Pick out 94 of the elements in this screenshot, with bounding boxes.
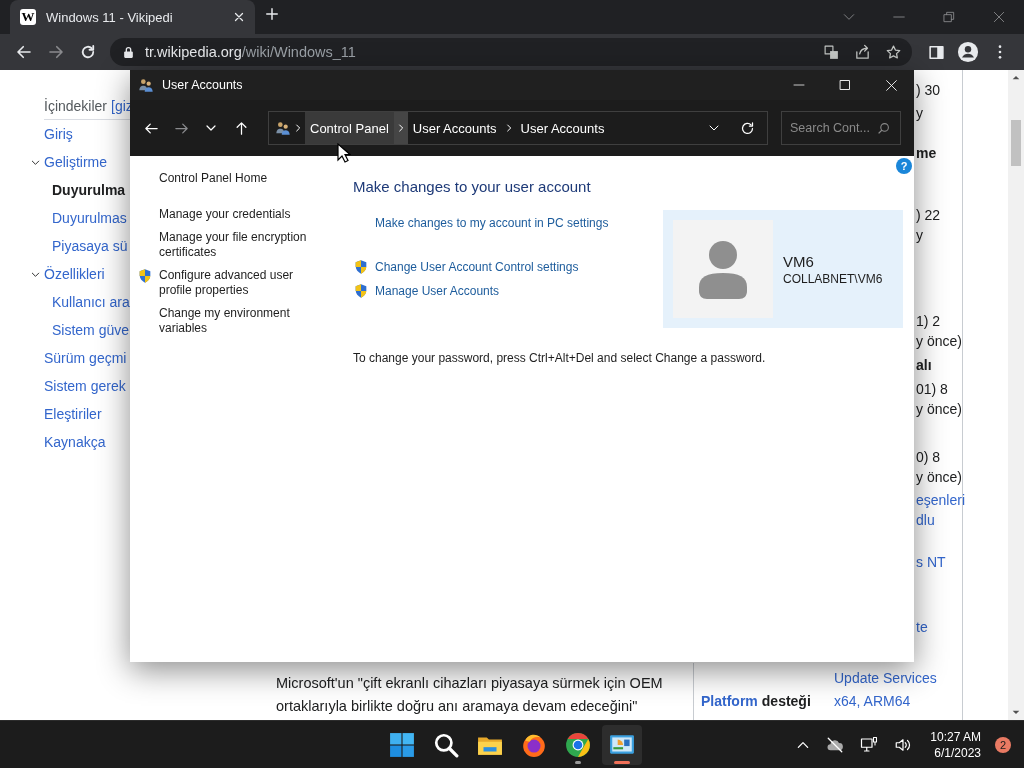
infobox-value: y önce): [916, 468, 962, 487]
new-tab-icon[interactable]: [265, 7, 279, 21]
shield-icon: [353, 283, 369, 299]
infobox-link[interactable]: Update Services: [834, 667, 962, 690]
infobox-value: 1) 2: [916, 312, 942, 331]
breadcrumb-item[interactable]: User Accounts: [407, 112, 502, 144]
network-icon[interactable]: [860, 735, 879, 754]
infobox-label: alı: [916, 356, 933, 375]
infobox-label: desteği: [761, 692, 811, 711]
forward-icon[interactable]: [47, 43, 65, 61]
browser-tab[interactable]: W Windows 11 - Vikipedi: [10, 0, 255, 34]
breadcrumb-item[interactable]: User Accounts: [515, 112, 610, 144]
settings-link[interactable]: Manage User Accounts: [375, 283, 500, 299]
toc-item[interactable]: Giriş: [44, 126, 73, 142]
toc-item[interactable]: Duyurulma: [52, 182, 126, 198]
back-icon[interactable]: [15, 43, 33, 61]
toc-item[interactable]: Sistem güve: [52, 322, 130, 338]
toc-item[interactable]: Kullanıcı ara: [52, 294, 130, 310]
infobox-value: ) 22: [916, 206, 942, 225]
infobox-link[interactable]: s NT: [916, 552, 962, 572]
refresh-icon[interactable]: [740, 120, 755, 136]
toc-item[interactable]: Sürüm geçmi: [44, 350, 127, 366]
infobox-value: y: [916, 226, 924, 245]
page-heading: Make changes to your user account: [353, 177, 592, 196]
infobox-value: y önce): [916, 400, 962, 419]
chevron-right-icon[interactable]: [294, 124, 302, 132]
reload-icon[interactable]: [79, 43, 97, 61]
password-note: To change your password, press Ctrl+Alt+Del and select Change a password.: [353, 351, 767, 366]
window-title: User Accounts: [162, 78, 244, 92]
infobox-value: ) 30: [916, 81, 942, 100]
task-link[interactable]: Change my environment variables: [159, 306, 319, 336]
task-link[interactable]: Configure advanced user profile properties: [159, 268, 319, 298]
toc-title: İçindekiler: [44, 97, 108, 114]
scroll-up-icon[interactable]: [1012, 74, 1020, 82]
search-icon: [877, 121, 890, 135]
restore-icon[interactable]: [942, 10, 956, 24]
shield-icon: [137, 268, 153, 284]
address-bar[interactable]: Control Panel User Accounts User Accounts: [268, 111, 768, 145]
chrome-icon[interactable]: [565, 731, 591, 758]
toc-item[interactable]: Duyurulmas: [52, 210, 127, 226]
toc-item[interactable]: Sistem gerek: [44, 378, 126, 394]
task-link[interactable]: Manage your file encryption certificates: [159, 230, 319, 260]
infobox-value: y: [916, 104, 924, 123]
maximize-icon[interactable]: [839, 79, 851, 91]
task-link[interactable]: Control Panel Home: [159, 171, 319, 186]
scrollbar[interactable]: [1008, 70, 1024, 720]
tab-title: Windows 11 - Vikipedi: [46, 9, 174, 25]
clock[interactable]: 10:27 AM 6/1/2023: [930, 728, 981, 761]
toc-item[interactable]: Piyasaya sü: [52, 238, 128, 254]
breadcrumb-item[interactable]: Control Panel: [305, 112, 394, 144]
infobox-link[interactable]: te: [916, 617, 962, 637]
settings-link[interactable]: Change User Account Control settings: [375, 259, 579, 275]
share-icon[interactable]: [854, 43, 871, 61]
users-icon: [138, 77, 154, 93]
toc-item[interactable]: Eleştiriler: [44, 406, 102, 422]
address-bar[interactable]: tr.wikipedia.org/wiki/Windows_11: [110, 38, 912, 66]
sidebar-icon[interactable]: [927, 43, 945, 61]
chevron-right-icon[interactable]: [504, 124, 513, 132]
notification-badge[interactable]: 2: [995, 736, 1011, 753]
url-text: tr.wikipedia.org/wiki/Windows_11: [145, 44, 357, 60]
infobox-value: 01) 8: [916, 380, 949, 399]
toc-item[interactable]: Özellikleri: [44, 266, 105, 282]
infobox-label-link[interactable]: Platform: [701, 690, 758, 713]
infobox-label: me: [916, 144, 938, 163]
back-icon[interactable]: [143, 120, 159, 136]
task-link[interactable]: Manage your credentials: [159, 207, 319, 222]
account-domain: COLLABNET\VM6: [783, 271, 883, 286]
start-icon[interactable]: [389, 731, 415, 758]
chevron-right-icon[interactable]: [396, 124, 405, 132]
scrollbar-thumb[interactable]: [1011, 120, 1021, 166]
lock-icon: [122, 45, 135, 59]
settings-link[interactable]: Make changes to my account in PC settings: [375, 216, 609, 231]
help-button[interactable]: ?: [896, 158, 912, 174]
scroll-down-icon[interactable]: [1012, 708, 1020, 716]
wikipedia-favicon: W: [20, 9, 36, 25]
search-field[interactable]: Search Cont...: [781, 111, 901, 145]
translate-icon[interactable]: [823, 43, 840, 61]
users-icon: [275, 120, 291, 136]
star-icon[interactable]: [885, 43, 902, 61]
infobox-link[interactable]: x64, ARM64: [834, 690, 962, 713]
cloud-off-icon[interactable]: [826, 735, 845, 754]
account-name: VM6: [783, 252, 815, 270]
user-avatar-icon: [697, 239, 749, 299]
toc-item[interactable]: Geliştirme: [44, 154, 107, 170]
mouse-cursor-icon: [337, 143, 351, 163]
search-icon[interactable]: [433, 731, 459, 758]
infobox-value: 0) 8: [916, 448, 942, 467]
profile-icon[interactable]: [957, 41, 979, 63]
article-paragraph: Microsoft'un "çift ekranlı cihazları piyasaya sürmek için OEM ortaklarıyla birlikte doğru anı aramaya devam edeceğini": [276, 674, 664, 716]
toc-item[interactable]: Kaynakça: [44, 434, 106, 450]
shield-icon: [353, 259, 369, 275]
infobox-link[interactable]: dlu: [916, 510, 962, 530]
forward-icon[interactable]: [173, 120, 189, 136]
infobox-value: y önce): [916, 332, 962, 351]
